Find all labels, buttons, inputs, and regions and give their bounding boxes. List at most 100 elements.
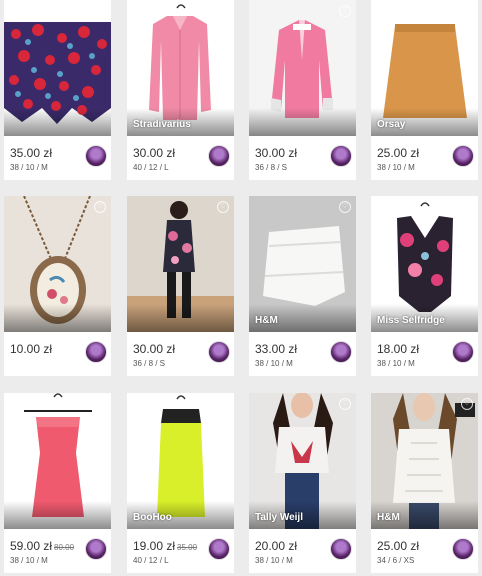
photo-overlay	[4, 304, 111, 332]
size: 36 / 8 / S	[133, 359, 166, 368]
price: 30.00 zł	[133, 146, 177, 160]
current-price: 35.00 zł	[10, 146, 53, 160]
brand-label: Tally Weijl	[255, 512, 303, 523]
listing-info: 30.00 zł 36 / 8 / S	[249, 136, 356, 180]
size: 38 / 10 / M	[255, 359, 293, 368]
old-price: 35.00	[177, 543, 198, 552]
price: 35.00 zł	[10, 146, 54, 160]
size: 38 / 10 / M	[10, 556, 48, 565]
listing-photo[interactable]: H&M ♡	[371, 393, 478, 529]
heart-icon[interactable]: ♡	[217, 201, 229, 213]
listing-photo[interactable]: ♡	[127, 196, 234, 332]
current-price: 30.00 zł	[133, 342, 176, 356]
listing-card[interactable]: ♡ 30.00 zł 36 / 8 / S	[127, 196, 234, 376]
photo-overlay	[127, 304, 234, 332]
listing-photo[interactable]: Stradivarius ♡	[127, 0, 234, 136]
listing-card[interactable]: ♡ 30.00 zł 36 / 8 / S	[249, 0, 356, 180]
listing-photo[interactable]: ♡	[249, 0, 356, 136]
price: 33.00 zł	[255, 342, 299, 356]
size: 38 / 10 / M	[255, 556, 293, 565]
listing-card[interactable]: H&M ♡ 33.00 zł 38 / 10 / M	[249, 196, 356, 376]
listing-photo[interactable]: BooHoo ♡	[127, 393, 234, 529]
price: 19.00 zł 35.00	[133, 539, 197, 553]
listing-info: 33.00 zł 38 / 10 / M	[249, 332, 356, 376]
heart-icon[interactable]: ♡	[94, 201, 106, 213]
listing-card[interactable]: ♡ 59.00 zł 80.00 38 / 10 / M	[4, 393, 111, 573]
heart-icon[interactable]: ♡	[339, 398, 351, 410]
brand-label: Orsay	[377, 119, 406, 130]
listing-card[interactable]: Stradivarius ♡ 30.00 zł 40 / 12 / L	[127, 0, 234, 180]
current-price: 20.00 zł	[255, 539, 298, 553]
size: 38 / 10 / M	[10, 163, 48, 172]
listing-card[interactable]: ♡ 35.00 zł 38 / 10 / M	[4, 0, 111, 180]
current-price: 33.00 zł	[255, 342, 298, 356]
listing-card[interactable]: H&M ♡ 25.00 zł 34 / 6 / XS	[371, 393, 478, 573]
listing-info: 25.00 zł 34 / 6 / XS	[371, 529, 478, 573]
seller-avatar[interactable]	[208, 538, 230, 560]
listing-info: 20.00 zł 38 / 10 / M	[249, 529, 356, 573]
heart-icon[interactable]: ♡	[461, 201, 473, 213]
heart-icon[interactable]: ♡	[217, 5, 229, 17]
listing-photo[interactable]: ♡	[4, 0, 111, 136]
seller-avatar[interactable]	[85, 538, 107, 560]
current-price: 18.00 zł	[377, 342, 420, 356]
size: 36 / 8 / S	[255, 163, 288, 172]
heart-icon[interactable]: ♡	[94, 398, 106, 410]
seller-avatar[interactable]	[330, 145, 352, 167]
heart-icon[interactable]: ♡	[94, 5, 106, 17]
listing-info: 25.00 zł 38 / 10 / M	[371, 136, 478, 180]
price: 30.00 zł	[255, 146, 299, 160]
size: 38 / 10 / M	[377, 359, 415, 368]
seller-avatar[interactable]	[330, 538, 352, 560]
listing-info: 30.00 zł 36 / 8 / S	[127, 332, 234, 376]
photo-overlay	[249, 108, 356, 136]
seller-avatar[interactable]	[85, 145, 107, 167]
listing-card[interactable]: Miss Selfridge ♡ 18.00 zł 38 / 10 / M	[371, 196, 478, 376]
listing-card[interactable]: ♡ 10.00 zł	[4, 196, 111, 376]
seller-avatar[interactable]	[208, 341, 230, 363]
listing-info: 59.00 zł 80.00 38 / 10 / M	[4, 529, 111, 573]
listing-info: 10.00 zł	[4, 332, 111, 376]
current-price: 59.00 zł	[10, 539, 53, 553]
current-price: 19.00 zł	[133, 539, 176, 553]
price: 10.00 zł	[10, 342, 54, 356]
listing-photo[interactable]: Miss Selfridge ♡	[371, 196, 478, 332]
current-price: 30.00 zł	[133, 146, 176, 160]
heart-icon[interactable]: ♡	[461, 5, 473, 17]
listing-info: 19.00 zł 35.00 40 / 12 / L	[127, 529, 234, 573]
heart-icon[interactable]: ♡	[461, 398, 473, 410]
listing-photo[interactable]: ♡	[4, 393, 111, 529]
brand-label: H&M	[255, 315, 278, 326]
photo-overlay	[4, 108, 111, 136]
price: 30.00 zł	[133, 342, 177, 356]
old-price: 80.00	[54, 543, 75, 552]
seller-avatar[interactable]	[452, 538, 474, 560]
size: 34 / 6 / XS	[377, 556, 415, 565]
brand-label: H&M	[377, 512, 400, 523]
listing-photo[interactable]: H&M ♡	[249, 196, 356, 332]
listing-card[interactable]: Orsay ♡ 25.00 zł 38 / 10 / M	[371, 0, 478, 180]
price: 25.00 zł	[377, 539, 421, 553]
listing-card[interactable]: Tally Weijl ♡ 20.00 zł 38 / 10 / M	[249, 393, 356, 573]
heart-icon[interactable]: ♡	[339, 5, 351, 17]
price: 59.00 zł 80.00	[10, 539, 74, 553]
seller-avatar[interactable]	[452, 341, 474, 363]
seller-avatar[interactable]	[85, 341, 107, 363]
listing-info: 18.00 zł 38 / 10 / M	[371, 332, 478, 376]
current-price: 30.00 zł	[255, 146, 298, 160]
listing-photo[interactable]: Tally Weijl ♡	[249, 393, 356, 529]
seller-avatar[interactable]	[452, 145, 474, 167]
listing-photo[interactable]: Orsay ♡	[371, 0, 478, 136]
heart-icon[interactable]: ♡	[339, 201, 351, 213]
listing-info: 35.00 zł 38 / 10 / M	[4, 136, 111, 180]
current-price: 25.00 zł	[377, 146, 420, 160]
brand-label: BooHoo	[133, 512, 172, 523]
listing-card[interactable]: BooHoo ♡ 19.00 zł 35.00 40 / 12 / L	[127, 393, 234, 573]
price: 18.00 zł	[377, 342, 421, 356]
listing-photo[interactable]: ♡	[4, 196, 111, 332]
seller-avatar[interactable]	[208, 145, 230, 167]
listing-info: 30.00 zł 40 / 12 / L	[127, 136, 234, 180]
heart-icon[interactable]: ♡	[217, 398, 229, 410]
current-price: 10.00 zł	[10, 342, 53, 356]
seller-avatar[interactable]	[330, 341, 352, 363]
